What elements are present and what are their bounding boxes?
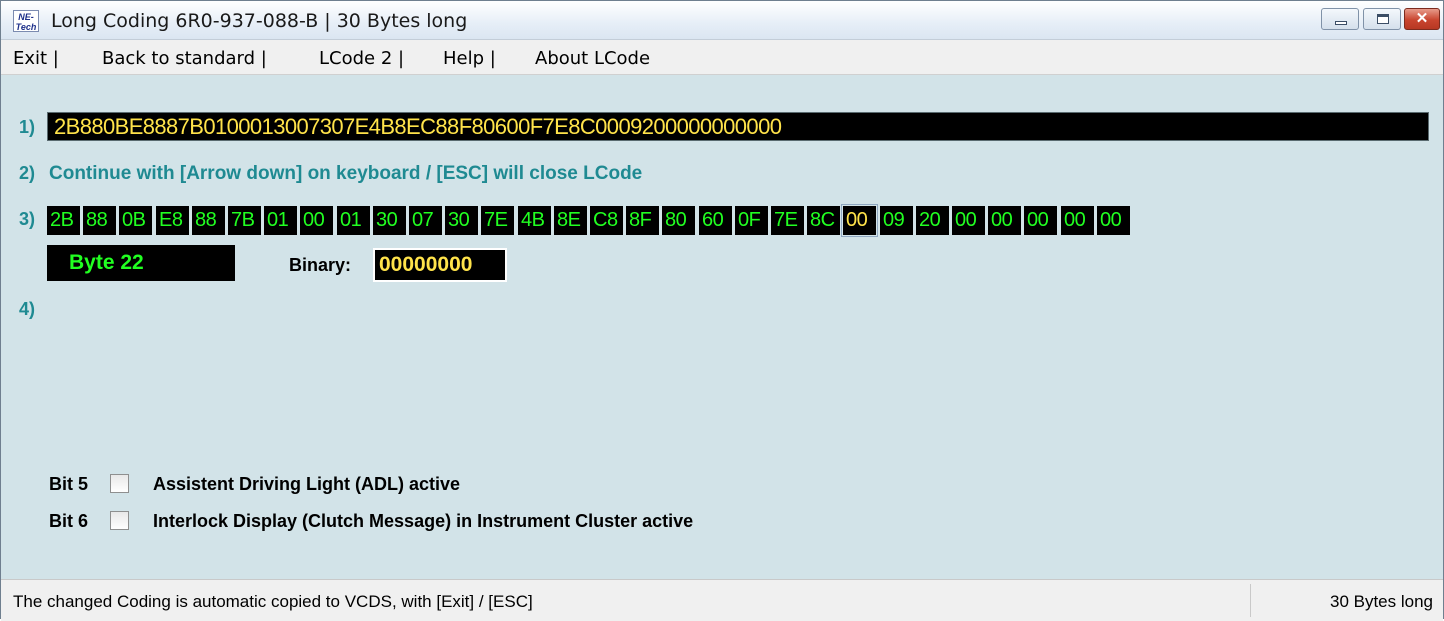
status-length: 30 Bytes long <box>1329 592 1433 611</box>
menu-lcode2[interactable]: LCode 2 | <box>319 48 404 69</box>
bit-description: Assistent Driving Light (ADL) active <box>153 474 461 494</box>
binary-label: Binary: <box>289 255 352 275</box>
byte-cell[interactable]: 00 <box>1097 206 1130 235</box>
byte-cell[interactable]: 09 <box>880 206 913 235</box>
byte-cell[interactable]: 01 <box>264 206 297 235</box>
menu-back-to-standard[interactable]: Back to standard | <box>102 48 267 69</box>
bit-description: Interlock Display (Clutch Message) in In… <box>153 511 694 531</box>
menu-bar: Exit | Back to standard | LCode 2 | Help… <box>1 40 1443 75</box>
byte-cell[interactable]: 7E <box>481 206 514 235</box>
bit-label: Bit 5 <box>49 474 89 494</box>
byte-cell[interactable]: 88 <box>83 206 116 235</box>
window-title: Long Coding 6R0-937-088-B | 30 Bytes lon… <box>51 10 468 32</box>
byte-cell[interactable]: 8C <box>807 206 840 235</box>
title-bar[interactable]: NE-Tech Long Coding 6R0-937-088-B | 30 B… <box>1 1 1443 40</box>
selected-byte-label: Byte 22 <box>47 245 235 281</box>
byte-cell[interactable]: 00 <box>1061 206 1094 235</box>
menu-about[interactable]: About LCode <box>535 48 650 69</box>
byte-cell[interactable]: 8F <box>626 206 659 235</box>
app-logo-icon: NE-Tech <box>13 10 39 32</box>
lcode-window: NE-Tech Long Coding 6R0-937-088-B | 30 B… <box>0 0 1444 621</box>
byte-cell[interactable]: 80 <box>662 206 695 235</box>
binary-value-field[interactable]: 00000000 <box>373 248 507 282</box>
byte-cell[interactable]: 00 <box>841 204 878 237</box>
byte-cell[interactable]: 7B <box>228 206 261 235</box>
close-button[interactable]: ✕ <box>1404 8 1440 30</box>
byte-cell[interactable]: 20 <box>916 206 949 235</box>
coding-value-field[interactable]: 2B880BE8887B0100013007307E4B8EC88F80600F… <box>47 112 1429 141</box>
menu-help[interactable]: Help | <box>443 48 496 69</box>
row-number-3: 3) <box>19 209 36 229</box>
byte-cell[interactable]: 30 <box>445 206 478 235</box>
minimize-icon <box>1335 21 1347 25</box>
byte-cell[interactable]: 07 <box>409 206 442 235</box>
byte-cell[interactable]: 2B <box>47 206 80 235</box>
row-number-4: 4) <box>19 299 36 319</box>
byte-cell[interactable]: 01 <box>337 206 370 235</box>
minimize-button[interactable] <box>1321 8 1359 30</box>
byte-cell[interactable]: 88 <box>192 206 225 235</box>
bit-6-checkbox[interactable] <box>110 511 129 530</box>
menu-exit[interactable]: Exit | <box>13 48 59 69</box>
status-message: The changed Coding is automatic copied t… <box>13 592 533 611</box>
row-number-1: 1) <box>19 117 36 137</box>
byte-cell[interactable]: 7E <box>771 206 804 235</box>
byte-cell[interactable]: 00 <box>952 206 985 235</box>
byte-cell[interactable]: 8E <box>554 206 587 235</box>
bit-5-checkbox[interactable] <box>110 474 129 493</box>
row-number-2: 2) <box>19 163 36 183</box>
byte-cell[interactable]: C8 <box>590 206 623 235</box>
byte-cell[interactable]: 4B <box>518 206 551 235</box>
instruction-text: Continue with [Arrow down] on keyboard /… <box>49 163 643 184</box>
byte-cell[interactable]: 60 <box>699 206 732 235</box>
byte-cell[interactable]: E8 <box>156 206 189 235</box>
maximize-button[interactable] <box>1363 8 1401 30</box>
byte-cell[interactable]: 00 <box>988 206 1021 235</box>
maximize-icon <box>1377 14 1389 24</box>
status-bar: The changed Coding is automatic copied t… <box>1 579 1443 621</box>
byte-cell[interactable]: 00 <box>1024 206 1057 235</box>
close-icon: ✕ <box>1415 10 1429 27</box>
byte-cell[interactable]: 0B <box>119 206 152 235</box>
bit-label: Bit 6 <box>49 511 89 531</box>
byte-cell[interactable]: 0F <box>735 206 768 235</box>
byte-cell[interactable]: 00 <box>300 206 333 235</box>
status-divider <box>1250 584 1251 617</box>
byte-cell[interactable]: 30 <box>373 206 406 235</box>
